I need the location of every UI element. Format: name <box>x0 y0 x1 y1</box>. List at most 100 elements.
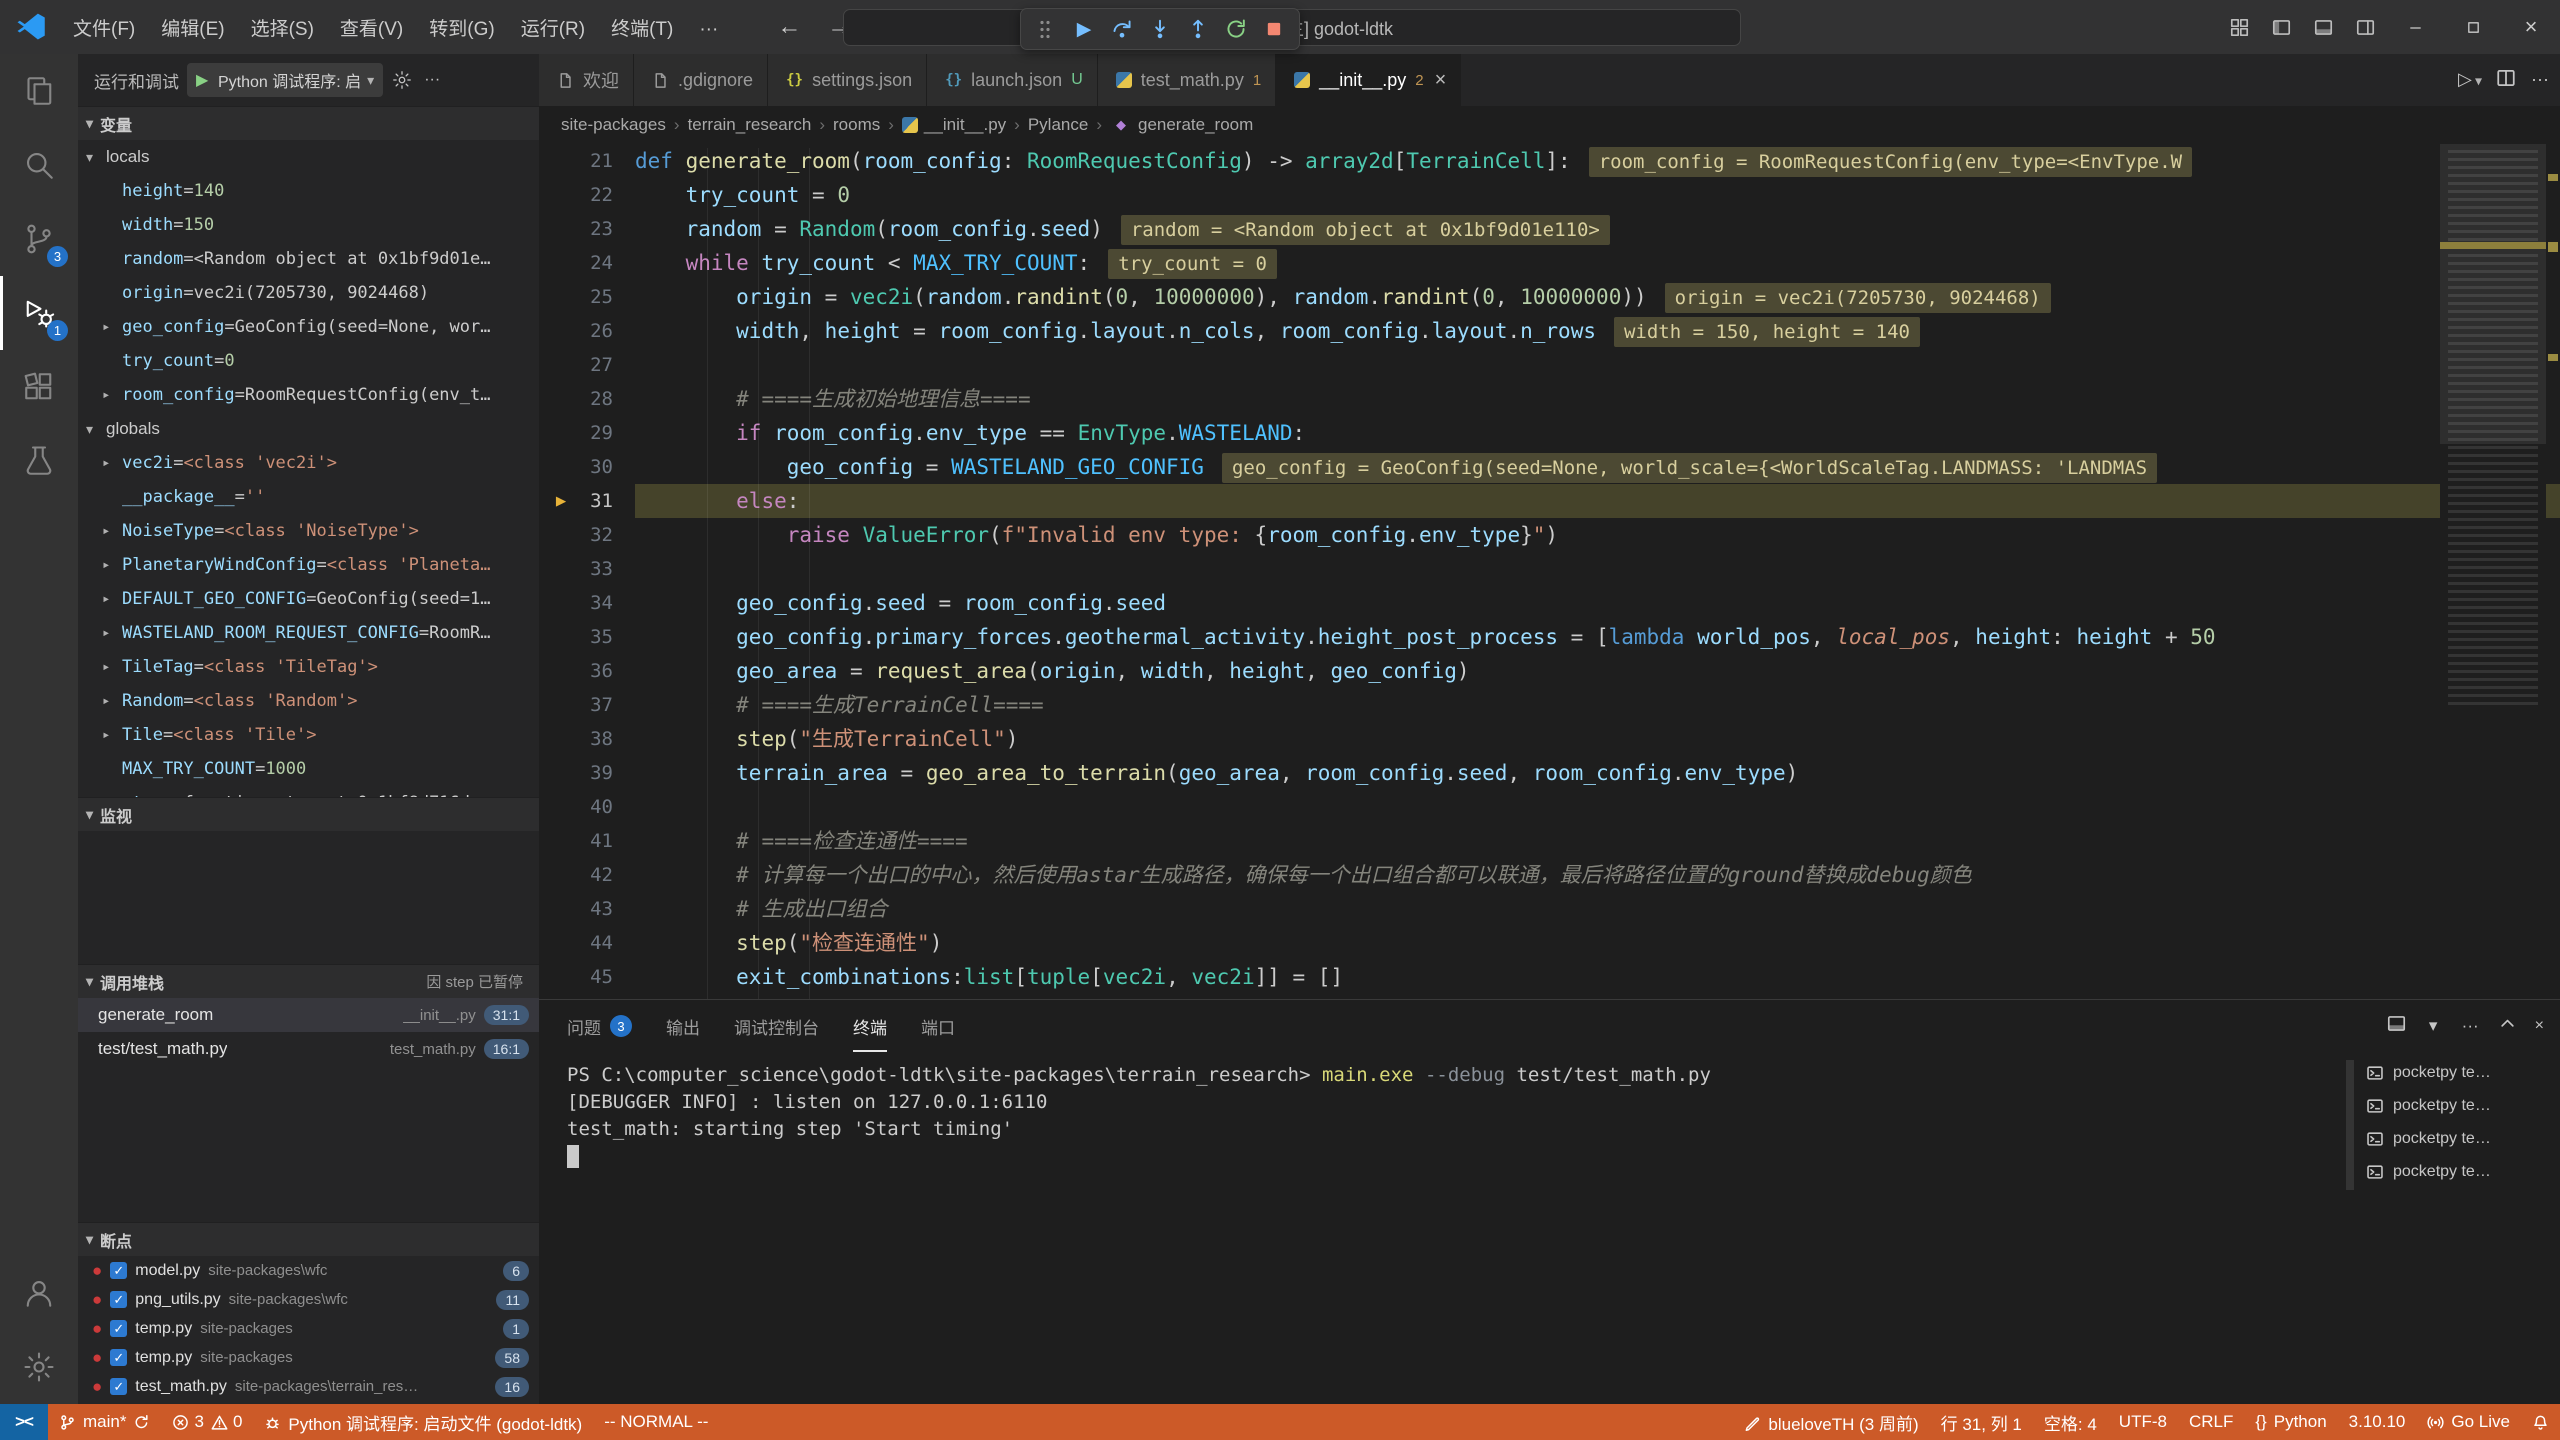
section-callstack-header[interactable]: ▾ 调用堆栈 因 step 已暂停 <box>78 964 539 998</box>
menu-item[interactable]: 选择(S) <box>238 13 327 46</box>
code-line[interactable]: 35 geo_config.primary_forces.geothermal_… <box>539 620 2560 654</box>
tab-test_math.py[interactable]: test_math.py1 <box>1098 54 1276 106</box>
code-line[interactable]: 42 # 计算每一个出口的中心，然后使用astar生成路径，确保每一个出口组合都… <box>539 858 2560 892</box>
layout-panel-button[interactable] <box>2302 0 2344 54</box>
stack-frame-row[interactable]: test/test_math.pytest_math.py16:1 <box>78 1032 539 1066</box>
tab-settings.json[interactable]: {}settings.json <box>768 54 927 106</box>
status-notifications-bell[interactable] <box>2521 1404 2560 1440</box>
code-line[interactable]: 32 raise ValueError(f"Invalid env type: … <box>539 518 2560 552</box>
breakpoint-row[interactable]: ●✓png_utils.pysite-packages\wfc11 <box>78 1285 539 1314</box>
code-line[interactable]: 37 # ====生成TerrainCell==== <box>539 688 2560 722</box>
breakpoint-row[interactable]: ●✓model.pysite-packages\wfc6 <box>78 1256 539 1285</box>
code-line[interactable]: 43 # 生成出口组合 <box>539 892 2560 926</box>
terminal-instance[interactable]: pocketpy te… <box>2358 1155 2554 1188</box>
status-problems[interactable]: 30 <box>161 1404 253 1440</box>
window-minimize-button[interactable] <box>2386 0 2444 54</box>
menu-item[interactable]: 编辑(E) <box>148 13 237 46</box>
activity-testing[interactable] <box>0 424 78 498</box>
checkbox-checked[interactable]: ✓ <box>110 1262 127 1279</box>
layout-left-button[interactable] <box>2260 0 2302 54</box>
activity-search[interactable] <box>0 128 78 202</box>
activity-extensions[interactable] <box>0 350 78 424</box>
code-line[interactable]: 23 random = Random(room_config.seed)rand… <box>539 212 2560 246</box>
back-icon[interactable]: ← <box>777 13 801 41</box>
code-line[interactable]: 39 terrain_area = geo_area_to_terrain(ge… <box>539 756 2560 790</box>
variable-row[interactable]: ▸geo_config = GeoConfig(seed=None, wor… <box>78 310 539 344</box>
activity-settings[interactable] <box>0 1330 78 1404</box>
more-actions-icon[interactable]: ··· <box>2461 1016 2480 1036</box>
menu-item[interactable]: 转到(G) <box>416 13 507 46</box>
terminal-scrollbar[interactable] <box>2346 1060 2354 1190</box>
status-eol[interactable]: CRLF <box>2178 1404 2244 1440</box>
breadcrumb-item[interactable]: __init__.py <box>902 115 1006 135</box>
code-line[interactable]: 24 while try_count < MAX_TRY_COUNT:try_c… <box>539 246 2560 280</box>
start-debugging-icon[interactable]: ▶ <box>196 70 212 90</box>
debug-step-into-button[interactable] <box>1143 12 1177 46</box>
activity-explorer[interactable] <box>0 54 78 128</box>
variable-scope[interactable]: ▾locals <box>78 140 539 174</box>
menu-item[interactable]: ··· <box>686 13 731 46</box>
activity-accounts[interactable] <box>0 1256 78 1330</box>
variable-row[interactable]: __package__ = '' <box>78 480 539 514</box>
minimap[interactable] <box>2440 144 2546 999</box>
code-line[interactable]: 40 <box>539 790 2560 824</box>
panel-tab-调试控制台[interactable]: 调试控制台 <box>734 1000 819 1052</box>
menu-item[interactable]: 终端(T) <box>598 13 686 46</box>
checkbox-checked[interactable]: ✓ <box>110 1291 127 1308</box>
activity-source-control[interactable]: 3 <box>0 202 78 276</box>
code-line[interactable]: 38 step("生成TerrainCell") <box>539 722 2560 756</box>
status-cursor-position[interactable]: 行 31, 列 1 <box>1930 1404 2033 1440</box>
status-encoding[interactable]: UTF-8 <box>2108 1404 2178 1440</box>
status-debug-status[interactable]: Python 调试程序: 启动文件 (godot-ldtk) <box>253 1404 593 1440</box>
variable-row[interactable]: MAX_TRY_COUNT = 1000 <box>78 752 539 786</box>
variable-row[interactable]: ▸Tile = <class 'Tile'> <box>78 718 539 752</box>
tab-launch.json[interactable]: {}launch.jsonU <box>927 54 1098 106</box>
run-file-button[interactable]: ▷▾ <box>2455 70 2482 91</box>
debug-continue-button[interactable]: ▶ <box>1067 12 1101 46</box>
section-breakpoints-header[interactable]: ▾ 断点 <box>78 1222 539 1256</box>
section-variables-header[interactable]: ▾ 变量 <box>78 106 539 140</box>
panel-tab-端口[interactable]: 端口 <box>921 1000 955 1052</box>
editor-more-button[interactable]: ··· <box>2530 70 2550 91</box>
code-line[interactable]: 45 exit_combinations:list[tuple[vec2i, v… <box>539 960 2560 994</box>
status-go-live[interactable]: Go Live <box>2416 1404 2521 1440</box>
code-editor[interactable]: 21def generate_room(room_config: RoomReq… <box>539 144 2560 999</box>
panel-tab-输出[interactable]: 输出 <box>666 1000 700 1052</box>
maximize-panel-icon[interactable] <box>2498 1014 2517 1038</box>
variable-row[interactable]: ▸TileTag = <class 'TileTag'> <box>78 650 539 684</box>
code-line[interactable]: 22 try_count = 0 <box>539 178 2560 212</box>
variable-row[interactable]: ▸NoiseType = <class 'NoiseType'> <box>78 514 539 548</box>
code-line[interactable]: 28 # ====生成初始地理信息==== <box>539 382 2560 416</box>
breakpoint-row[interactable]: ●✓test_math.pysite-packages\terrain_res…… <box>78 1372 539 1401</box>
variable-scope[interactable]: ▾globals <box>78 412 539 446</box>
terminal-instance[interactable]: pocketpy te… <box>2358 1089 2554 1122</box>
variable-row[interactable]: ▸Random = <class 'Random'> <box>78 684 539 718</box>
activity-run-debug[interactable]: 1 <box>0 276 78 350</box>
debug-config-dropdown[interactable]: ▶ Python 调试程序: 启 ▾ <box>187 63 383 97</box>
status-line-blame[interactable]: blueloveTH (3 周前) <box>1733 1404 1929 1440</box>
split-editor-button[interactable] <box>2496 68 2516 93</box>
tab-欢迎[interactable]: 欢迎 <box>539 54 634 106</box>
code-line[interactable]: 44 step("检查连通性") <box>539 926 2560 960</box>
code-line[interactable]: 36 geo_area = request_area(origin, width… <box>539 654 2560 688</box>
menu-item[interactable]: 运行(R) <box>508 13 598 46</box>
breadcrumb-item[interactable]: site-packages <box>561 115 666 135</box>
chevron-down-icon[interactable]: ▾ <box>2424 1016 2443 1036</box>
status-indentation[interactable]: 空格: 4 <box>2033 1404 2108 1440</box>
layout-right-button[interactable] <box>2344 0 2386 54</box>
debug-step-out-button[interactable] <box>1181 12 1215 46</box>
terminal[interactable]: PS C:\computer_science\godot-ldtk\site-p… <box>567 1062 2350 1404</box>
terminal-instance[interactable]: pocketpy te… <box>2358 1056 2554 1089</box>
window-close-button[interactable]: × <box>2502 0 2560 54</box>
breadcrumb-item[interactable]: ◆generate_room <box>1110 114 1253 136</box>
status-language-mode[interactable]: {}Python <box>2244 1404 2337 1440</box>
variable-row[interactable]: ▸DEFAULT_GEO_CONFIG = GeoConfig(seed=1… <box>78 582 539 616</box>
debug-restart-button[interactable] <box>1219 12 1253 46</box>
debug-step-over-button[interactable] <box>1105 12 1139 46</box>
checkbox-checked[interactable]: ✓ <box>110 1378 127 1395</box>
status-vim-mode[interactable]: -- NORMAL -- <box>593 1404 719 1440</box>
variable-row[interactable]: ▸PlanetaryWindConfig = <class 'Planeta… <box>78 548 539 582</box>
panel-layout-button[interactable] <box>2387 1014 2406 1038</box>
code-line[interactable]: 33 <box>539 552 2560 586</box>
close-icon[interactable]: × <box>1435 69 1447 92</box>
